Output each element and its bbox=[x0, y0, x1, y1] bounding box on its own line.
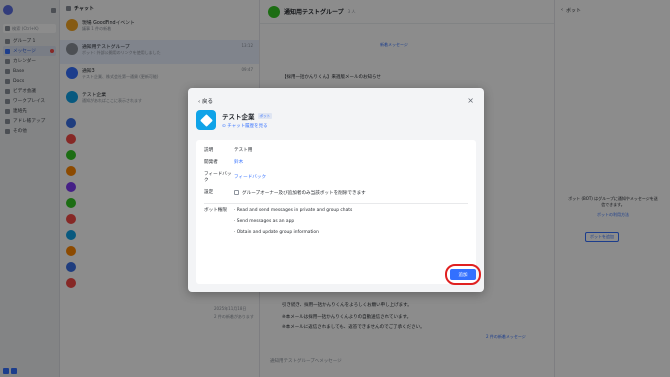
field-label: ボット権限 bbox=[204, 208, 227, 213]
bot-header: テスト企業 ボット ⊙ チャット履歴を見る bbox=[196, 110, 273, 130]
permission-list: · Read and send messages in private and … bbox=[234, 208, 352, 241]
permission-text: Read and send messages in private and gr… bbox=[236, 208, 353, 213]
field-label: 説明 bbox=[204, 148, 214, 153]
field-label: フィードバック bbox=[204, 172, 232, 183]
field-label: 開発者 bbox=[204, 160, 218, 165]
bot-icon bbox=[196, 110, 216, 130]
permission-text: Send messages as an app bbox=[236, 219, 295, 224]
owner-only-delete-checkbox[interactable] bbox=[234, 190, 239, 195]
settings-value: グループオーナー及び追加者のみ当該ボットを削除できます bbox=[242, 191, 366, 196]
back-label: 戻る bbox=[201, 99, 213, 105]
permission-item: · Obtain and update group information bbox=[234, 230, 319, 235]
developer-link[interactable]: 鈴木 bbox=[234, 160, 243, 166]
permission-item: · Read and send messages in private and … bbox=[234, 208, 353, 213]
bot-detail-modal: ‹ 戻る × テスト企業 ボット ⊙ チャット履歴を見る 説明 テスト用 開発者 鈴木… bbox=[188, 88, 484, 292]
permission-item: · Send messages as an app bbox=[234, 219, 295, 224]
chat-history-link[interactable]: ⊙ チャット履歴を見る bbox=[222, 123, 272, 129]
permission-text: Obtain and update group information bbox=[236, 230, 319, 235]
bot-info-card: 説明 テスト用 開発者 鈴木 フィードバック フィードバック 設定 グループオーナー及び… bbox=[196, 140, 476, 284]
bot-tag: ボット bbox=[257, 113, 273, 119]
close-icon[interactable]: × bbox=[467, 96, 474, 105]
feedback-link[interactable]: フィードバック bbox=[234, 175, 266, 184]
back-button[interactable]: ‹ 戻る bbox=[198, 97, 213, 105]
divider bbox=[204, 203, 468, 204]
add-button[interactable]: 追加 bbox=[450, 269, 476, 280]
description-value: テスト用 bbox=[234, 148, 253, 153]
bot-name: テスト企業 bbox=[222, 113, 255, 121]
chat-history-label: チャット履歴を見る bbox=[227, 124, 268, 129]
field-label: 設定 bbox=[204, 190, 214, 195]
